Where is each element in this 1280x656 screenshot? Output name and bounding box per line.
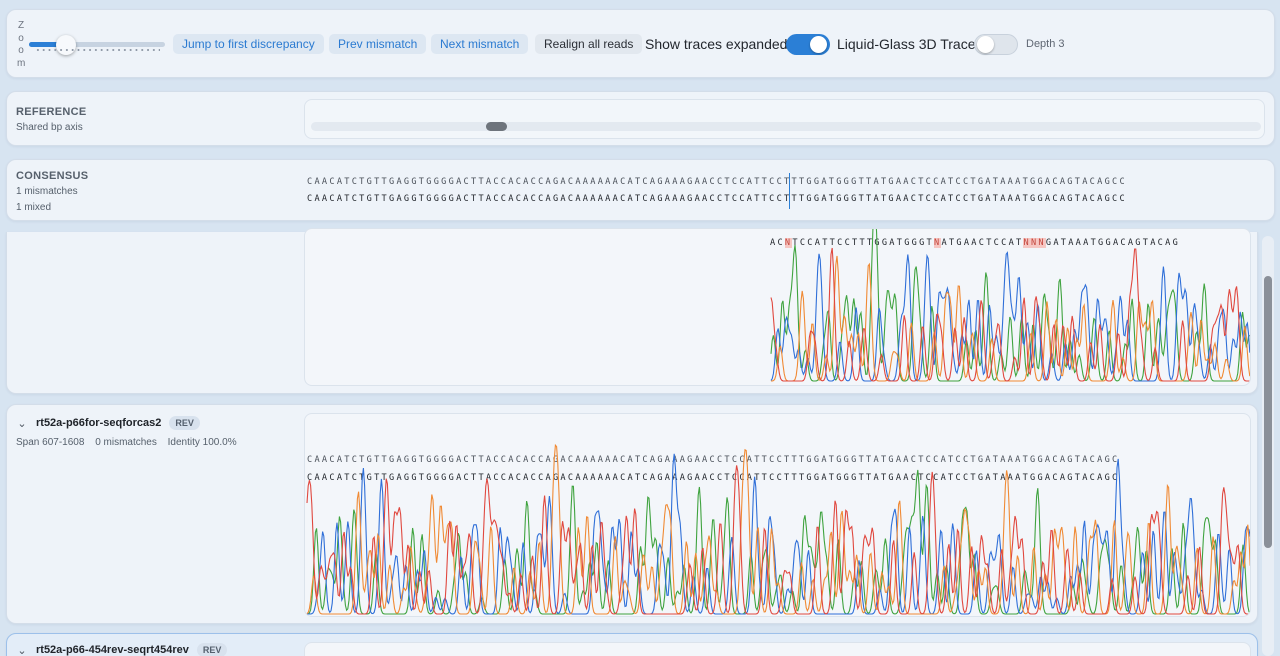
- toggle-knob: [810, 36, 827, 53]
- read-card: ACNTCCATTCCTTTGGATGGGTNATGAACTCCATNNNGAT…: [6, 228, 1258, 394]
- read-header[interactable]: ⌄ rt52a-p66for-seqforcas2 REV: [16, 416, 200, 430]
- read-card: ⌄ rt52a-p66for-seqforcas2 REV Span 607-1…: [6, 404, 1258, 624]
- position-cursor: [789, 173, 790, 209]
- consensus-sequence: CAACATCTGTTGAGGTGGGGACTTACCACACCAGACAAAA…: [307, 194, 1127, 204]
- reference-scrollbar[interactable]: [311, 122, 1261, 131]
- prev-mismatch-button[interactable]: Prev mismatch: [329, 34, 427, 54]
- rev-badge: REV: [196, 643, 228, 656]
- consensus-mixed-count: 1 mixed: [16, 202, 52, 213]
- consensus-mismatch-count: 1 mismatches: [16, 186, 78, 197]
- jump-first-discrepancy-button[interactable]: Jump to first discrepancy: [173, 34, 324, 54]
- realign-all-reads-button[interactable]: Realign all reads: [535, 34, 643, 54]
- read-trace-box: [304, 642, 1251, 656]
- read-trace-box: ACNTCCATTCCTTTGGATGGGTNATGAACTCCATNNNGAT…: [304, 228, 1251, 386]
- read-mismatches: 0 mismatches: [95, 437, 157, 448]
- chevron-down-icon[interactable]: ⌄: [16, 644, 28, 656]
- read-name: rt52a-p66for-seqforcas2: [36, 417, 162, 429]
- reference-subtitle: Shared bp axis: [16, 122, 83, 133]
- reference-scroll-thumb[interactable]: [486, 122, 507, 131]
- reference-axis: [304, 99, 1265, 139]
- reference-title: REFERENCE: [16, 106, 87, 118]
- zoom-label: Zoom: [17, 20, 26, 69]
- read-identity: Identity 100.0%: [167, 437, 237, 448]
- toolbar: Zoom Jump to first discrepancy Prev mism…: [6, 9, 1275, 78]
- main-scroll-thumb[interactable]: [1264, 276, 1272, 548]
- show-traces-toggle[interactable]: [786, 34, 830, 55]
- read-name: rt52a-p66-454rev-seqrt454rev: [36, 644, 189, 656]
- read-meta: Span 607-1608 0 mismatches Identity 100.…: [16, 437, 245, 448]
- reference-sequence: CAACATCTGTTGAGGTGGGGACTTACCACACCAGACAAAA…: [307, 177, 1127, 187]
- read-header[interactable]: ⌄ rt52a-p66-454rev-seqrt454rev REV: [16, 643, 228, 656]
- read-trace-box: CAACATCTGTTGAGGTGGGGACTTACCACACCAGACAAAA…: [304, 413, 1251, 617]
- consensus-title: CONSENSUS: [16, 170, 89, 182]
- toggle-knob: [977, 36, 994, 53]
- chevron-down-icon[interactable]: ⌄: [16, 417, 28, 430]
- liquid-glass-label: Liquid-Glass 3D Trace: [837, 36, 976, 52]
- main-scrollbar[interactable]: [1262, 236, 1274, 656]
- zoom-slider[interactable]: [29, 35, 165, 55]
- zoom-ticks: [35, 49, 160, 51]
- chromatogram-trace: [306, 443, 1250, 615]
- chromatogram-trace: [770, 229, 1250, 382]
- depth-label: Depth 3: [1026, 38, 1065, 50]
- zoom-slider-handle[interactable]: [55, 35, 76, 55]
- read-span: Span 607-1608: [16, 437, 85, 448]
- reference-panel: REFERENCE Shared bp axis: [6, 91, 1275, 146]
- consensus-panel: CONSENSUS 1 mismatches 1 mixed CAACATCTG…: [6, 159, 1275, 221]
- read-card-selected: ⌄ rt52a-p66-454rev-seqrt454rev REV: [6, 633, 1258, 656]
- show-traces-label: Show traces expanded: [645, 36, 788, 52]
- next-mismatch-button[interactable]: Next mismatch: [431, 34, 529, 54]
- trace-channel: [770, 251, 1250, 382]
- rev-badge: REV: [169, 416, 200, 430]
- trace-channel: [306, 465, 1250, 615]
- liquid-glass-toggle[interactable]: [974, 34, 1018, 55]
